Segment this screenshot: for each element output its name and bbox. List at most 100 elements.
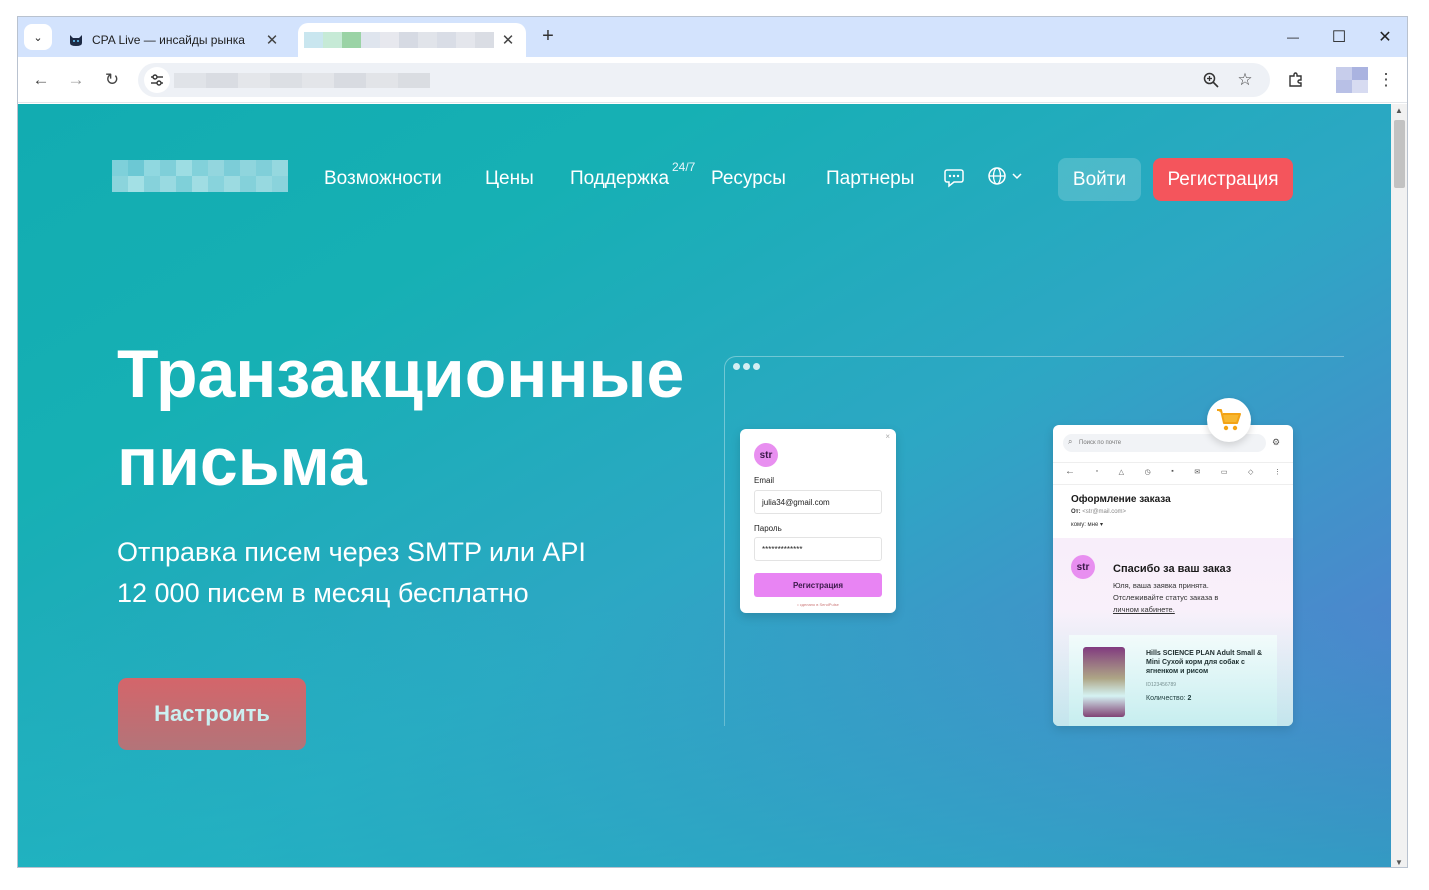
close-icon: × [885, 432, 890, 441]
product-quantity: Количество: 2 [1146, 695, 1191, 702]
tab-cpa-live[interactable]: CPA Live — инсайды рынка ✕ [60, 23, 290, 57]
language-selector[interactable] [987, 166, 1023, 186]
close-icon: ✕ [1378, 29, 1392, 46]
support-24-7-badge: 24/7 [672, 160, 696, 174]
address-bar[interactable]: ☆ [138, 63, 1270, 97]
nav-resources[interactable]: Ресурсы [711, 168, 786, 190]
url-redacted [174, 73, 430, 88]
email-label: Email [754, 476, 775, 485]
minimize-button[interactable]: — [1270, 23, 1316, 51]
mock-signup-form: str × Email julia34@gmail.com Пароль ***… [740, 429, 896, 613]
scroll-up-icon[interactable]: ▲ [1395, 106, 1403, 115]
shopping-cart-icon [1217, 409, 1241, 431]
thanks-line1: Юля, ваша заявка принята. [1113, 581, 1209, 590]
str-logo-badge: str [754, 443, 778, 467]
cart-badge [1207, 398, 1251, 442]
mail-body: str Спасибо за ваш заказ Юля, ваша заявк… [1053, 538, 1293, 726]
maximize-icon: ☐ [1331, 29, 1347, 46]
hero-subtitle-line2: 12 000 писем в месяц бесплатно [117, 578, 529, 608]
zoom-button[interactable] [1198, 67, 1224, 93]
mail-search-placeholder: Поиск по почте [1079, 440, 1122, 446]
more-vert-icon: ⋮ [1273, 469, 1281, 476]
thanks-line2: Отслеживайте статус заказа в [1113, 593, 1219, 602]
site-info-button[interactable] [144, 67, 170, 93]
new-tab-button[interactable]: + [538, 26, 558, 47]
thanks-heading: Спасибо за ваш заказ [1113, 563, 1232, 575]
reload-button[interactable]: ↻ [99, 67, 125, 93]
reload-icon: ↻ [104, 70, 120, 89]
nav-features[interactable]: Возможности [324, 168, 442, 190]
mail-action-icons: ← ▫ △ ◷ ▪ ✉ ▭ ◇ ⋮ [1065, 466, 1281, 478]
mail-icon: ✉ [1194, 469, 1201, 476]
bookmark-button[interactable]: ☆ [1232, 67, 1258, 93]
browser-window: ⌄ CPA Live — инсайды рынка ✕ ✕ + — ☐ ✕ ← [17, 16, 1408, 868]
hero-title-line1: Транзакционные [117, 336, 685, 412]
trash-icon: ▪ [1171, 468, 1174, 475]
hero-subtitle: Отправка писем через SMTP или API 12 000… [117, 532, 586, 614]
browser-menu-button[interactable]: ⋮ [1373, 67, 1399, 93]
mail-subject: Оформление заказа [1071, 494, 1171, 505]
password-label: Пароль [754, 524, 782, 533]
divider [1053, 462, 1293, 463]
form-footer: • сделано в SendPulse [797, 602, 839, 607]
nav-prices[interactable]: Цены [485, 168, 534, 190]
from-label: От: [1071, 509, 1081, 515]
tab-close-icon[interactable]: ✕ [498, 30, 518, 50]
tab-search-button[interactable]: ⌄ [24, 24, 52, 50]
account-link: личном кабинете. [1113, 605, 1175, 614]
chevron-down-icon: ⌄ [33, 31, 43, 44]
hero-title: Транзакционные письма [117, 330, 737, 506]
window-dots-icon [733, 363, 760, 370]
mock-register-button: Регистрация [754, 573, 882, 597]
label-icon: ◇ [1248, 469, 1254, 476]
search-icon: ⌕ [1068, 437, 1073, 446]
tab-close-icon[interactable]: ✕ [262, 30, 282, 50]
mail-to: кому: мне ▾ [1071, 522, 1104, 528]
mock-email-client: ⌕ Поиск по почте ⚙ ← ▫ △ ◷ ▪ ✉ ▭ ◇ ⋮ Оформление… [1053, 425, 1293, 726]
tune-icon [151, 74, 163, 86]
nav-partners[interactable]: Партнеры [826, 168, 914, 190]
close-window-button[interactable]: ✕ [1362, 23, 1407, 51]
mail-from: От: <str@mail.com> [1071, 509, 1126, 515]
tab-title-redacted [304, 32, 494, 48]
chat-button[interactable] [943, 166, 965, 194]
chat-icon [944, 169, 964, 188]
product-card: Hills SCIENCE PLAN Adult Small & Mini Су… [1069, 635, 1277, 726]
page-scrollbar[interactable]: ▲ ▼ [1391, 104, 1407, 867]
back-button[interactable]: ← [28, 67, 54, 93]
arrow-left-icon: ← [32, 70, 50, 89]
profile-avatar[interactable] [1336, 67, 1368, 93]
cat-favicon-icon [68, 32, 84, 48]
zoom-in-icon [1203, 72, 1219, 88]
hero-subtitle-line1: Отправка писем через SMTP или API [117, 537, 586, 567]
tab-active[interactable]: ✕ [298, 23, 526, 57]
extensions-button[interactable] [1283, 67, 1309, 93]
nav-support[interactable]: Поддержка [570, 168, 669, 190]
site-logo[interactable] [112, 160, 288, 192]
scroll-thumb[interactable] [1394, 120, 1405, 188]
qty-label: Количество: [1146, 695, 1186, 702]
dog-food-product-image [1083, 647, 1125, 717]
thanks-text: Юля, ваша заявка принята. Отслеживайте с… [1113, 580, 1263, 616]
arrow-left-icon: ← [1065, 466, 1075, 477]
register-button[interactable]: Регистрация [1153, 158, 1293, 201]
minimize-icon: — [1287, 30, 1299, 44]
tab-title: CPA Live — инсайды рынка [92, 33, 245, 47]
warning-icon: △ [1118, 469, 1125, 476]
puzzle-icon [1289, 72, 1302, 87]
password-field: ************* [754, 537, 882, 561]
hero-title-line2: письма [117, 424, 367, 500]
maximize-button[interactable]: ☐ [1316, 23, 1362, 51]
setup-cta-button[interactable]: Настроить [118, 678, 306, 750]
globe-icon [988, 167, 1006, 185]
qty-value: 2 [1187, 695, 1192, 702]
product-id: ID123456789 [1146, 682, 1177, 688]
scroll-down-icon[interactable]: ▼ [1395, 858, 1403, 867]
star-icon: ☆ [1237, 70, 1253, 89]
forward-button[interactable]: → [63, 67, 89, 93]
login-button[interactable]: Войти [1058, 158, 1141, 201]
more-vert-icon: ⋮ [1377, 70, 1395, 89]
folder-icon: ▭ [1220, 469, 1228, 476]
email-field: julia34@gmail.com [754, 490, 882, 514]
browser-toolbar: ← → ↻ ☆ ⋮ [18, 57, 1407, 103]
